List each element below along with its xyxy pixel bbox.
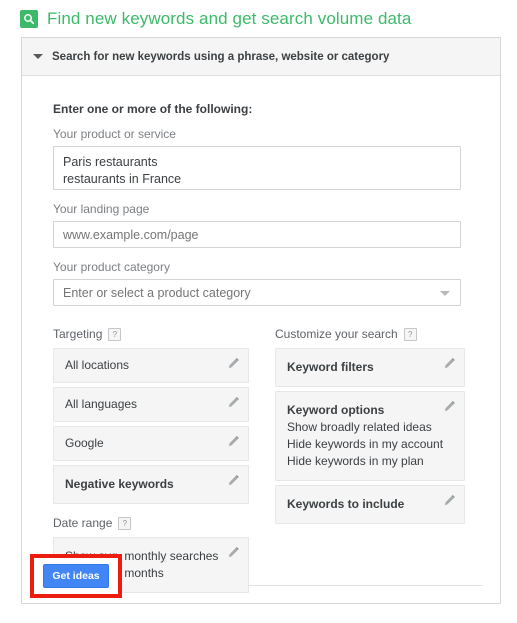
product-category-select-wrap — [53, 279, 461, 306]
pencil-icon[interactable] — [443, 400, 456, 413]
panel-header[interactable]: Search for new keywords using a phrase, … — [22, 38, 500, 76]
page-title: Find new keywords and get search volume … — [47, 8, 412, 28]
product-category-label: Your product category — [53, 260, 170, 274]
product-category-input[interactable] — [53, 279, 461, 306]
landing-page-label: Your landing page — [53, 202, 150, 216]
help-icon[interactable]: ? — [118, 516, 132, 530]
help-icon[interactable]: ? — [108, 327, 122, 341]
product-or-service-input[interactable] — [53, 146, 461, 190]
keyword-options-item[interactable]: Keyword options Show broadly related ide… — [275, 391, 465, 481]
chevron-down-icon[interactable] — [33, 54, 43, 59]
targeting-item-all-languages[interactable]: All languages — [53, 387, 249, 422]
pencil-icon[interactable] — [227, 474, 240, 487]
landing-page-input[interactable] — [53, 221, 461, 248]
pencil-icon[interactable] — [443, 357, 456, 370]
targeting-item-google[interactable]: Google — [53, 426, 249, 461]
search-icon — [20, 9, 38, 28]
pencil-icon[interactable] — [227, 357, 240, 370]
date-range-heading-row: Date range ? — [53, 516, 249, 530]
targeting-item-negative-keywords[interactable]: Negative keywords — [53, 465, 249, 504]
page-title-row: Find new keywords and get search volume … — [0, 0, 517, 30]
targeting-heading: Targeting — [53, 327, 103, 341]
form-heading: Enter one or more of the following: — [53, 102, 253, 116]
targeting-item-label: All locations — [65, 358, 130, 372]
targeting-item-label: Google — [65, 436, 104, 450]
targeting-item-label: Negative keywords — [65, 477, 174, 491]
form-card: Enter one or more of the following: Your… — [31, 86, 483, 593]
targeting-item-label: All languages — [65, 397, 138, 411]
customize-column: Customize your search ? Keyword filters — [275, 327, 465, 597]
targeting-heading-row: Targeting ? — [53, 327, 249, 341]
pencil-icon[interactable] — [227, 435, 240, 448]
panel-header-label: Search for new keywords using a phrase, … — [52, 50, 390, 63]
keyword-options-line: Hide keywords in my account — [287, 437, 444, 451]
product-or-service-label: Your product or service — [53, 127, 176, 141]
pencil-icon[interactable] — [443, 494, 456, 507]
keywords-to-include-item[interactable]: Keywords to include — [275, 485, 465, 524]
date-range-heading: Date range — [53, 516, 113, 530]
keyword-options-line: Hide keywords in my plan — [287, 454, 424, 468]
keyword-filters-label: Keyword filters — [287, 360, 374, 374]
get-ideas-button[interactable]: Get ideas — [43, 564, 109, 588]
customize-heading: Customize your search — [275, 327, 398, 341]
keywords-to-include-label: Keywords to include — [287, 497, 405, 511]
targeting-item-all-locations[interactable]: All locations — [53, 348, 249, 383]
customize-heading-row: Customize your search ? — [275, 327, 465, 341]
help-icon[interactable]: ? — [403, 327, 417, 341]
keyword-filters-item[interactable]: Keyword filters — [275, 348, 465, 387]
search-panel: Search for new keywords using a phrase, … — [21, 37, 501, 604]
keyword-options-label: Keyword options — [287, 403, 385, 417]
keyword-options-line: Show broadly related ideas — [287, 420, 432, 434]
pencil-icon[interactable] — [227, 546, 240, 559]
pencil-icon[interactable] — [227, 396, 240, 409]
